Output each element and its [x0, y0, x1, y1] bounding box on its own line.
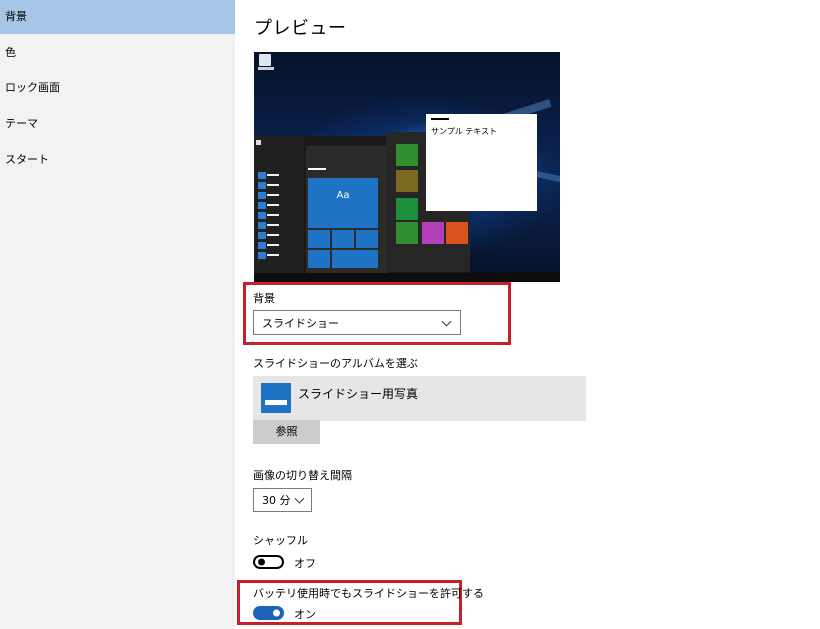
toggle-knob	[273, 609, 280, 617]
background-dropdown[interactable]: スライドショー	[253, 310, 461, 335]
background-label: 背景	[253, 292, 275, 305]
app-list-line	[267, 214, 279, 216]
sidebar-item-start[interactable]: スタート	[0, 143, 235, 177]
sidebar-item-label: スタート	[5, 153, 49, 166]
desktop-preview: Aa サンプル テキスト	[254, 52, 560, 282]
tile	[332, 250, 378, 268]
tile	[332, 230, 354, 248]
group-header-line	[308, 168, 326, 170]
sidebar-item-label: 背景	[5, 10, 27, 23]
battery-label: バッテリ使用時でもスライドショーを許可する	[253, 587, 484, 600]
tile	[308, 230, 330, 248]
sidebar-item-label: テーマ	[5, 117, 38, 130]
page-title: プレビュー	[254, 18, 347, 39]
interval-label: 画像の切り替え間隔	[253, 469, 352, 482]
shuffle-label: シャッフル	[253, 534, 308, 547]
tile	[446, 222, 468, 244]
recycle-bin-label	[258, 67, 274, 70]
background-dropdown-value: スライドショー	[262, 316, 339, 330]
sidebar: 背景 色 ロック画面 テーマ スタート	[0, 0, 235, 629]
app-list-line	[267, 174, 279, 176]
album-name: スライドショー用写真	[298, 387, 419, 401]
interval-dropdown-value: 30 分	[262, 494, 291, 507]
app-icon	[258, 182, 266, 189]
tile	[356, 230, 378, 248]
app-icon	[258, 192, 266, 199]
battery-state-text: オン	[294, 608, 316, 621]
album-item[interactable]: スライドショー用写真	[253, 376, 586, 421]
shuffle-state-text: オフ	[294, 557, 316, 570]
app-icon	[258, 172, 266, 179]
chevron-down-icon	[294, 493, 305, 504]
tiles-area: Aa	[306, 146, 388, 273]
recycle-bin-icon	[259, 54, 271, 66]
app-list-line	[267, 234, 279, 236]
photo-album-icon	[261, 383, 291, 413]
sidebar-item-label: ロック画面	[5, 81, 60, 94]
tile	[396, 170, 418, 192]
app-icon	[258, 212, 266, 219]
app-list-line	[267, 204, 279, 206]
tile-large: Aa	[308, 178, 378, 228]
sidebar-item-theme[interactable]: テーマ	[0, 107, 235, 141]
app-list-line	[267, 194, 279, 196]
tile	[308, 250, 330, 268]
sidebar-item-lock-screen[interactable]: ロック画面	[0, 71, 235, 105]
tile	[396, 144, 418, 166]
sample-window: サンプル テキスト	[426, 114, 537, 211]
chevron-down-icon	[441, 316, 452, 327]
app-icon	[258, 252, 266, 259]
app-list-line	[267, 224, 279, 226]
app-icon	[258, 232, 266, 239]
tile	[396, 198, 418, 220]
photo-album-band	[265, 400, 287, 405]
taskbar	[254, 273, 560, 282]
tile	[396, 222, 418, 244]
shuffle-toggle[interactable]	[253, 555, 284, 569]
toggle-knob	[258, 558, 265, 566]
start-menu-app-list	[254, 136, 304, 273]
app-icon	[258, 242, 266, 249]
browse-button[interactable]: 参照	[253, 420, 320, 444]
battery-toggle[interactable]	[253, 606, 284, 620]
album-label: スライドショーのアルバムを選ぶ	[253, 357, 418, 370]
sample-text: サンプル テキスト	[431, 127, 498, 136]
menu-icon	[256, 140, 261, 145]
tile	[422, 222, 444, 244]
app-list-line	[267, 184, 279, 186]
sample-title-bar	[431, 118, 449, 120]
app-list-line	[267, 254, 279, 256]
sidebar-item-color[interactable]: 色	[0, 36, 235, 70]
interval-dropdown[interactable]: 30 分	[253, 488, 312, 512]
app-list-line	[267, 244, 279, 246]
tile-label: Aa	[336, 190, 350, 201]
app-icon	[258, 222, 266, 229]
sidebar-item-background[interactable]: 背景	[0, 0, 235, 34]
sidebar-item-label: 色	[5, 46, 16, 59]
app-icon	[258, 202, 266, 209]
